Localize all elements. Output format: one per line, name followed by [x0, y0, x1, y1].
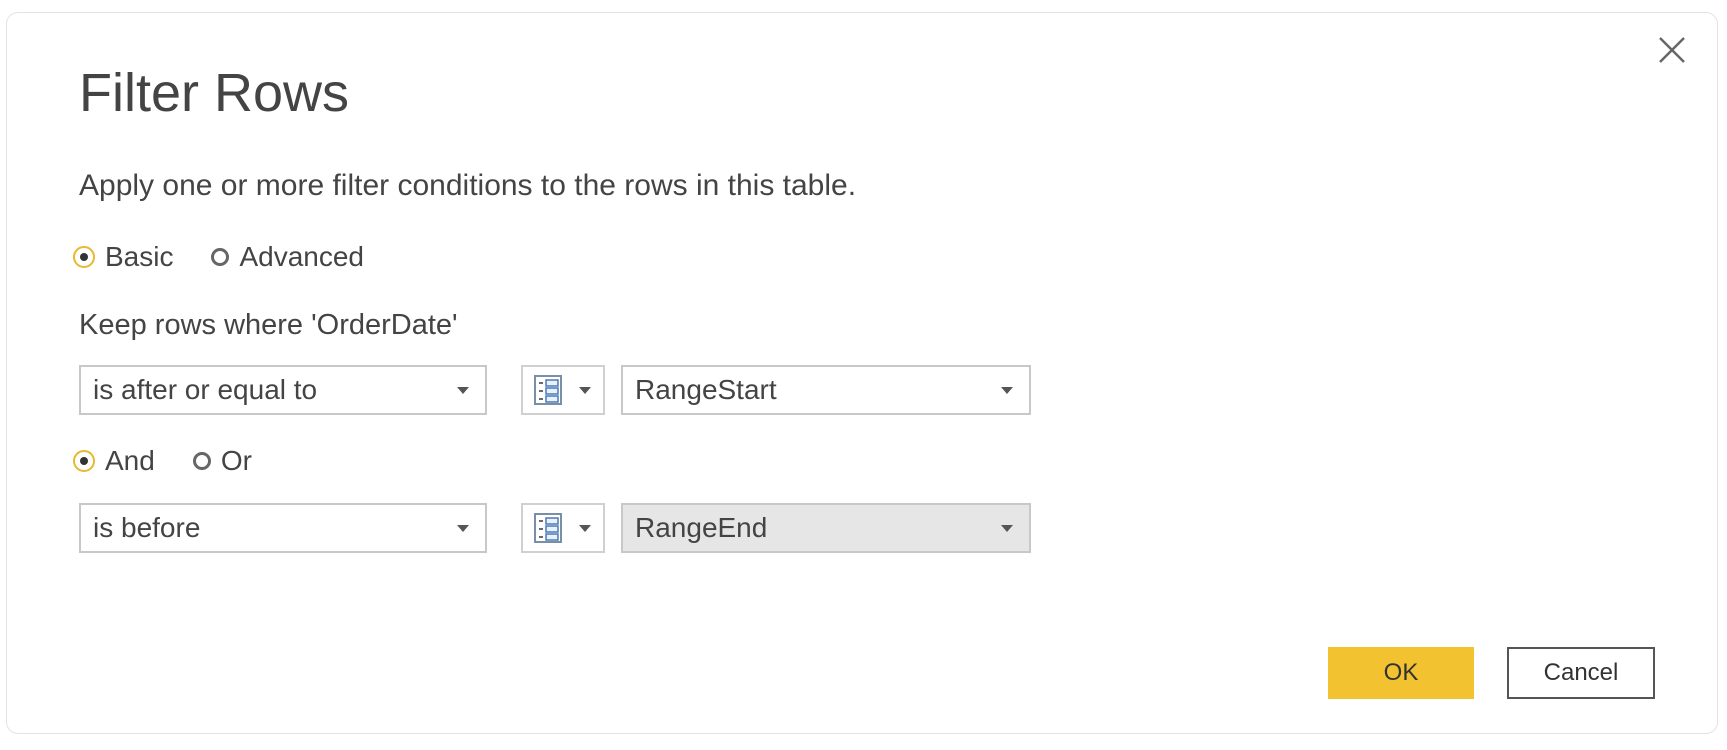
chevron-down-icon: [579, 524, 591, 532]
radio-and[interactable]: And: [73, 445, 155, 477]
keep-rows-label: Keep rows where 'OrderDate': [79, 309, 458, 341]
radio-basic-indicator: [73, 246, 95, 268]
logic-radio-group: And Or: [73, 445, 290, 477]
close-button[interactable]: [1657, 35, 1687, 65]
condition-1-operator-dropdown[interactable]: is after or equal to: [79, 365, 487, 415]
cancel-button[interactable]: Cancel: [1507, 647, 1655, 699]
radio-advanced-indicator: [211, 248, 230, 266]
condition-1-operator-value: is after or equal to: [93, 374, 318, 405]
radio-or-indicator: [192, 452, 211, 470]
chevron-down-icon: [579, 386, 591, 394]
dialog-title: Filter Rows: [79, 63, 350, 123]
parameter-list-icon: [534, 513, 562, 543]
chevron-down-icon: [1001, 386, 1013, 394]
chevron-down-icon: [457, 524, 469, 532]
radio-or[interactable]: Or: [192, 445, 252, 477]
radio-or-label: Or: [220, 445, 252, 476]
radio-basic-label: Basic: [105, 241, 174, 272]
radio-advanced-label: Advanced: [239, 241, 365, 272]
condition-2-operator-value: is before: [93, 512, 201, 543]
condition-2-value-dropdown[interactable]: RangeEnd: [621, 503, 1031, 553]
condition-1-value-dropdown[interactable]: RangeStart: [621, 365, 1031, 415]
mode-radio-group: Basic Advanced: [73, 241, 402, 273]
ok-button[interactable]: OK: [1328, 647, 1474, 699]
radio-and-indicator: [73, 450, 95, 472]
condition-2-type-picker[interactable]: [521, 503, 605, 553]
parameter-list-icon: [534, 375, 562, 405]
condition-1-type-picker[interactable]: [521, 365, 605, 415]
chevron-down-icon: [457, 386, 469, 394]
condition-1-value: RangeStart: [635, 374, 777, 405]
chevron-down-icon: [1001, 524, 1013, 532]
condition-2-operator-dropdown[interactable]: is before: [79, 503, 487, 553]
condition-2-value: RangeEnd: [635, 512, 768, 543]
close-icon: [1659, 37, 1685, 63]
filter-rows-dialog: Filter Rows Apply one or more filter con…: [6, 12, 1718, 734]
radio-basic[interactable]: Basic: [73, 241, 173, 273]
radio-advanced[interactable]: Advanced: [211, 241, 364, 273]
radio-and-label: And: [105, 445, 155, 476]
dialog-description: Apply one or more filter conditions to t…: [79, 169, 857, 202]
